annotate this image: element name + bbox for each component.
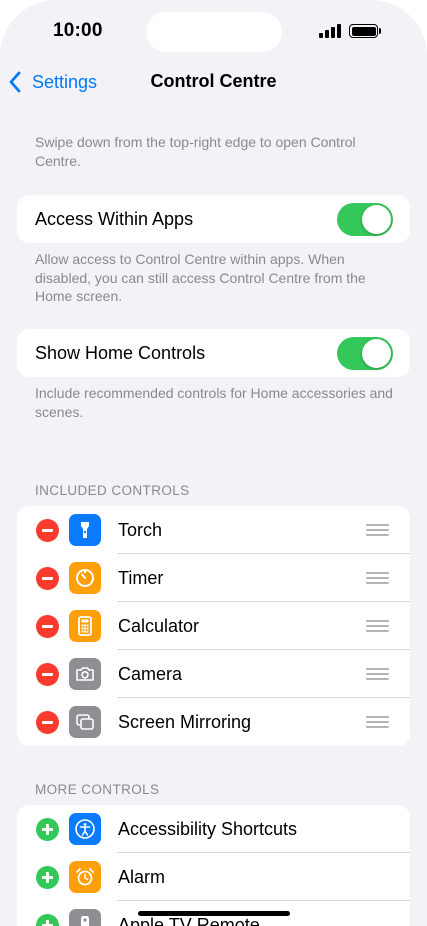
access-within-apps-switch[interactable] [337, 203, 393, 236]
remote-icon [69, 909, 101, 926]
list-item-label: Apple TV Remote [118, 914, 260, 926]
settings-screen: 10:00 Settings Control Centre Swipe down… [0, 0, 427, 926]
reorder-handle[interactable] [366, 716, 389, 728]
battery-icon [349, 24, 378, 38]
reorder-handle[interactable] [366, 668, 389, 680]
reorder-handle[interactable] [366, 524, 389, 536]
show-home-controls-row: Show Home Controls [17, 329, 410, 377]
add-button[interactable] [36, 914, 59, 926]
screen-mirroring-icon [69, 706, 101, 738]
camera-icon [69, 658, 101, 690]
add-button[interactable] [36, 866, 59, 889]
remove-button[interactable] [36, 519, 59, 542]
list-item-torch: Torch [17, 506, 410, 554]
remove-button[interactable] [36, 615, 59, 638]
more-controls-header: MORE CONTROLS [35, 782, 160, 797]
remove-button[interactable] [36, 711, 59, 734]
included-controls-list: Torch Timer Calculator Camera Screen Mir… [17, 506, 410, 746]
intro-footnote: Swipe down from the top-right edge to op… [35, 134, 356, 169]
list-item-accessibility-shortcuts: Accessibility Shortcuts [17, 805, 410, 853]
show-home-controls-label: Show Home Controls [35, 342, 206, 363]
list-item-calculator: Calculator [17, 602, 410, 650]
list-item-label: Timer [118, 567, 164, 588]
switch-knob [362, 339, 391, 368]
calculator-icon [69, 610, 101, 642]
add-button[interactable] [36, 818, 59, 841]
dynamic-island [146, 12, 282, 52]
torch-icon [69, 514, 101, 546]
access-within-apps-label: Access Within Apps [35, 208, 194, 229]
timer-icon [69, 562, 101, 594]
alarm-icon [69, 861, 101, 893]
show-home-controls-footnote: Include recommended controls for Home ac… [35, 385, 393, 420]
list-item-screen-mirroring: Screen Mirroring [17, 698, 410, 746]
remove-button[interactable] [36, 567, 59, 590]
show-home-controls-switch[interactable] [337, 337, 393, 370]
accessibility-icon [69, 813, 101, 845]
list-item-label: Camera [118, 663, 183, 684]
switch-knob [362, 205, 391, 234]
list-item-label: Calculator [118, 615, 200, 636]
battery-cap [379, 28, 381, 34]
remove-button[interactable] [36, 663, 59, 686]
list-item-label: Alarm [118, 866, 166, 887]
list-item-camera: Camera [17, 650, 410, 698]
list-item-timer: Timer [17, 554, 410, 602]
signal-icon [319, 24, 341, 38]
list-item-label: Torch [118, 519, 163, 540]
included-controls-header: INCLUDED CONTROLS [35, 483, 190, 498]
reorder-handle[interactable] [366, 620, 389, 632]
page-title: Control Centre [150, 71, 277, 91]
access-within-apps-row: Access Within Apps [17, 195, 410, 243]
status-time: 10:00 [53, 20, 103, 41]
access-within-apps-footnote: Allow access to Control Centre within ap… [35, 251, 366, 304]
reorder-handle[interactable] [366, 572, 389, 584]
list-item-label: Screen Mirroring [118, 711, 252, 732]
list-item-label: Accessibility Shortcuts [118, 818, 298, 839]
home-indicator[interactable] [138, 911, 290, 916]
list-item-alarm: Alarm [17, 853, 410, 901]
more-controls-list: Accessibility Shortcuts Alarm Apple TV R… [17, 805, 410, 926]
